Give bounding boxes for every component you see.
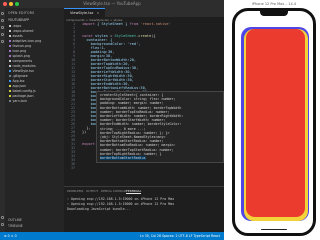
vscode-window: ViewStyle.tsx — YouTubeApp OPEN EDITORS …	[0, 0, 224, 240]
file-type-icon	[9, 40, 11, 42]
file-type-icon	[9, 55, 11, 57]
file-name: favicon.png	[12, 44, 32, 48]
file-type-icon	[9, 100, 11, 102]
file-item[interactable]: babel.config.js	[9, 89, 36, 93]
file-name: package.json	[12, 94, 34, 98]
file-name: adaptive-icon.png	[12, 39, 42, 43]
suggestion-line[interactable]: borderBottomStartRadius	[100, 156, 146, 161]
explorer-icon[interactable]	[1, 12, 4, 15]
file-item[interactable]: .gitignore	[9, 74, 28, 78]
file-name: icon.png	[12, 49, 27, 53]
tab-label: ViewStyle.tsx	[70, 11, 94, 15]
source-control-icon[interactable]	[1, 26, 4, 29]
search-icon[interactable]	[1, 19, 4, 22]
code-line: })	[82, 130, 87, 134]
file-item[interactable]: yarn.lock	[9, 99, 27, 103]
account-icon[interactable]	[1, 216, 4, 219]
tab-problems[interactable]: PROBLEMS	[67, 189, 83, 193]
code-line: import { StyleSheet } from 'react-native…	[82, 22, 171, 26]
file-name: ViewStyle.tsx	[12, 69, 34, 73]
settings-gear-icon[interactable]	[1, 223, 4, 226]
title-bar: ViewStyle.tsx — YouTubeApp	[0, 0, 224, 8]
file-item[interactable]: assets	[9, 34, 23, 38]
styled-container-view	[246, 29, 305, 217]
import-source: 'react-native'	[138, 22, 171, 26]
problems-status[interactable]: ⊗ 0 ⚠ 0	[4, 234, 17, 238]
project-folder[interactable]: YOUTUBEAPP	[8, 18, 29, 22]
home-indicator	[261, 228, 287, 230]
file-name: components	[12, 59, 33, 63]
file-item[interactable]: .expo	[9, 24, 21, 28]
import-names: { StyleSheet }	[94, 22, 130, 26]
editor-tab-bar: ViewStyle.tsx ×	[64, 8, 224, 17]
file-item[interactable]: App.tsx	[9, 79, 25, 83]
file-item[interactable]: icon.png	[9, 49, 26, 53]
file-item[interactable]: splash.png	[9, 54, 30, 58]
iphone-simulator[interactable]	[232, 8, 316, 236]
timeline-section[interactable]: TIMELINE	[8, 224, 23, 228]
file-item[interactable]: .expo-shared	[9, 29, 33, 33]
file-type-icon	[9, 85, 11, 87]
file-name: splash.png	[12, 54, 30, 58]
keyword: import	[82, 22, 95, 26]
function-name: .create	[136, 34, 152, 38]
file-type-icon	[9, 95, 11, 97]
intellisense-tooltip: create<StyleSheet>{ container: { backgro…	[96, 91, 224, 163]
file-item[interactable]: node_modules	[9, 64, 36, 68]
file-type-icon	[9, 90, 11, 92]
file-type-icon	[9, 30, 11, 32]
file-item[interactable]: favicon.png	[9, 44, 31, 48]
file-name: node_modules	[12, 64, 36, 68]
file-type-icon	[9, 50, 11, 52]
file-name: .expo	[12, 24, 22, 28]
line-number: 37	[71, 166, 75, 170]
file-item[interactable]: components	[9, 59, 32, 63]
file-type-icon	[9, 70, 11, 72]
terminal-line: › Opening exp://192.168.1.5:19000 on iPh…	[67, 202, 175, 206]
file-type-icon	[9, 75, 11, 77]
simulator-title: iPhone 12 Pro Max – 14.4	[251, 2, 297, 6]
tab-viewstyle[interactable]: ViewStyle.tsx ×	[64, 8, 106, 17]
file-type-icon	[9, 35, 11, 37]
debug-icon[interactable]	[1, 33, 4, 36]
file-name: .expo-shared	[12, 29, 34, 33]
tab-terminal[interactable]: TERMINAL	[126, 189, 142, 194]
terminal-line: Downloading JavaScript bundle...	[67, 207, 131, 211]
file-name: babel.config.js	[12, 89, 36, 93]
keyword: from	[129, 22, 139, 26]
explorer-sidebar: OPEN EDITORS YOUTUBEAPP .expo .expo-share…	[5, 8, 64, 232]
file-item[interactable]: adaptive-icon.png	[9, 39, 41, 43]
file-name: .gitignore	[12, 74, 28, 78]
file-item[interactable]: app.json	[9, 84, 26, 88]
file-name: App.tsx	[12, 79, 25, 83]
status-bar: ⊗ 0 ⚠ 0 Ln 30, Col 28 Spaces: 2 UTF-8 LF…	[0, 232, 224, 240]
file-name: app.json	[12, 84, 27, 88]
class-name: StyleSheet	[114, 34, 137, 38]
phone-notch	[260, 11, 288, 16]
file-item[interactable]: ViewStyle.tsx	[9, 69, 34, 73]
terminal-line: › Opening exp://192.168.1.5:19000 on iPh…	[67, 197, 175, 201]
tab-output[interactable]: OUTPUT	[86, 189, 98, 193]
outline-section[interactable]: OUTLINE	[8, 218, 22, 222]
tab-debug-console[interactable]: DEBUG CONSOLE	[101, 189, 127, 193]
file-type-icon	[9, 25, 11, 27]
open-editors-header[interactable]: OPEN EDITORS	[8, 11, 34, 15]
file-item[interactable]: package.json	[9, 94, 34, 98]
file-type-icon	[9, 65, 11, 67]
file-type-icon	[9, 45, 11, 47]
file-type-icon	[9, 80, 11, 82]
tab-close-icon[interactable]: ×	[96, 11, 99, 15]
file-type-icon	[9, 60, 11, 62]
file-name: assets	[12, 34, 23, 38]
punctuation: ({	[151, 34, 156, 38]
extensions-icon[interactable]	[1, 40, 4, 43]
window-title: ViewStyle.tsx — YouTubeApp	[83, 1, 141, 6]
editor-status[interactable]: Ln 30, Col 28 Spaces: 2 UTF-8 LF TypeScr…	[140, 234, 220, 238]
file-name: yarn.lock	[12, 99, 28, 103]
bottom-panel: PROBLEMS OUTPUT DEBUG CONSOLE TERMINAL ›…	[64, 186, 224, 232]
